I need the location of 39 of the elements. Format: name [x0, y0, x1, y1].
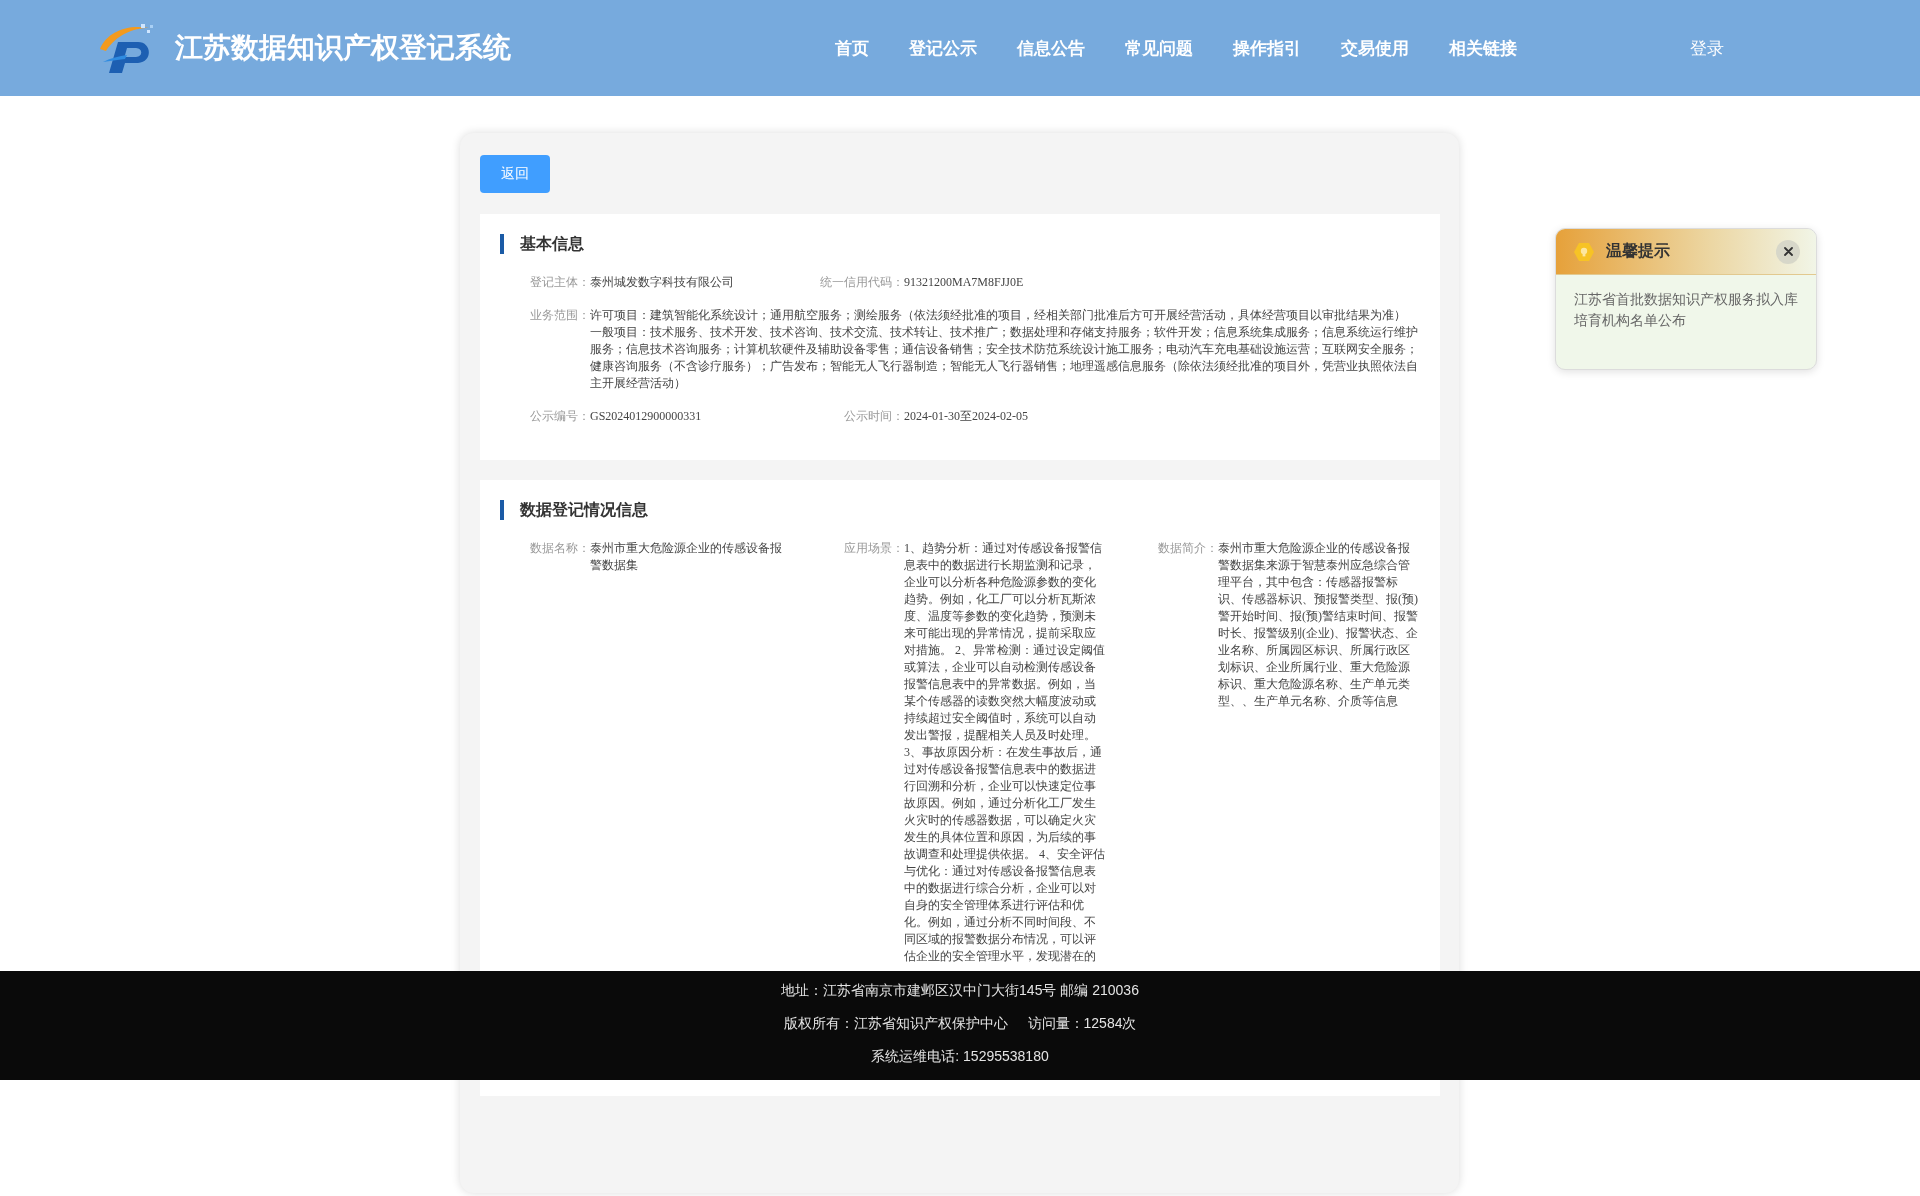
footer-text: 系统运维电话: 15295538180: [871, 1047, 1049, 1066]
nav-link[interactable]: 首页: [835, 36, 869, 60]
field-value: 1、趋势分析：通过对传感设备报警信息表中的数据进行长期监测和记录，企业可以分析各种危险源参数的变化趋势。例如，化工厂可以分析瓦斯浓度、温度等参数的变化趋势，预测未来可能出现的异常情况，提前采取应对措施。 2、异常检测：通过设定阈值或算法，企业可以自动检测传感设备报警信息表中的异常数据。例如，当某个传感器的读数突然大幅度波动或持续超过安全阈值时，系统可以自动发出警报，提醒相关人员及时处理。 3、事故原因分析：在发生事故后，通过对传感设备报警信息表中的数据进行回溯和分析，企业可以快速定位事故原因。例如，通过分析化工厂发生火灾时的传感器数据，可以确定火灾发生的具体位置和原因，为后续的事故调查和处理提供依据。 4、安全评估与优化：通过对传感设备报警信息表中的数据进行综合分析，企业可以对自身的安全管理体系进行评估和优化。例如，通过分析不同时间段、不同区域的报警数据分布情况，可以评估企业的安全管理水平，发现潜在的: [904, 540, 1106, 965]
field-value: GS2024012900000331: [590, 408, 703, 425]
close-button[interactable]: [1776, 239, 1800, 264]
footer-text: 版权所有：江苏省知识产权保护中心: [783, 1014, 1008, 1033]
site-logo: [97, 22, 155, 74]
field-value: 泰州市重大危险源企业的传感设备报警数据集: [590, 540, 783, 574]
field-label: 公示时间：: [843, 408, 904, 425]
field-value: 泰州城发数字科技有限公司: [590, 274, 735, 291]
nav-link[interactable]: 操作指引: [1233, 36, 1301, 60]
field-label: 业务范围：: [529, 307, 590, 324]
notice-text: 江苏省首批数据知识产权服务拟入库培育机构名单公布: [1574, 290, 1798, 330]
footer-text: 地址：江苏省南京市建邺区汉中门大街145号 邮编 210036: [781, 981, 1139, 1000]
field-label: 登记主体：: [529, 274, 590, 291]
footer-text: 访问量：12584次: [1027, 1014, 1137, 1033]
nav-link[interactable]: 交易使用: [1341, 36, 1409, 60]
field-label: 数据名称：: [529, 540, 590, 557]
site-title: 江苏数据知识产权登记系统: [175, 30, 511, 66]
field-label: 公示编号：: [529, 408, 590, 425]
field-value: 2024-01-30至2024-02-05: [904, 408, 1029, 425]
close-icon: [1783, 247, 1793, 256]
field-label: 应用场景：: [843, 540, 904, 557]
notice-title: 温馨提示: [1606, 241, 1670, 262]
section-title: 数据登记情况信息: [500, 500, 648, 520]
back-button[interactable]: 返回: [480, 155, 550, 193]
nav-link[interactable]: 登记公示: [909, 36, 977, 60]
field-label: 数据简介：: [1157, 540, 1218, 557]
field-value: 泰州市重大危险源企业的传感设备报警数据集来源于智慧泰州应急综合管理平台，其中包含：传感器报警标识、传感器标识、预报警类型、报(预)警开始时间、报(预)警结束时间、报警时长、报警级别(企业)、报警状态、企业名称、所属园区标识、所属行政区划标识、企业所属行业、重大危险源标识、重大危险源名称、生产单元类型、、生产单元名称、介质等信息: [1218, 540, 1419, 710]
field-value: 一般项目：技术服务、技术开发、技术咨询、技术交流、技术转让、技术推广；数据处理和存储支持服务；软件开发；信息系统集成服务；信息系统运行维护服务；信息技术咨询服务；计算机软硬件及辅助设备零售；通信设备销售；安全技术防范系统设计施工服务；电动汽车充电基础设施运营；互联网安全服务；健康咨询服务（不含诊疗服务）；广告发布；智能无人飞行器制造；智能无人飞行器销售；地理遥感信息服务（除依法须经批准的项目外，凭营业执照依法自主开展经营活动）: [590, 324, 1419, 392]
login-link[interactable]: 登录: [1690, 36, 1724, 60]
nav-link[interactable]: 相关链接: [1449, 36, 1517, 60]
nav-link[interactable]: 信息公告: [1017, 36, 1085, 60]
lightbulb-icon: [1574, 242, 1594, 261]
field-value: 许可项目：建筑智能化系统设计；通用航空服务；测绘服务（依法须经批准的项目，经相关部门批准后方可开展经营活动，具体经营项目以审批结果为准）: [590, 307, 1407, 324]
field-label: 统一信用代码：: [819, 274, 904, 291]
section-title: 基本信息: [500, 234, 584, 254]
field-value: 91321200MA7M8FJJ0E: [904, 274, 1025, 291]
nav-link[interactable]: 常见问题: [1125, 36, 1193, 60]
